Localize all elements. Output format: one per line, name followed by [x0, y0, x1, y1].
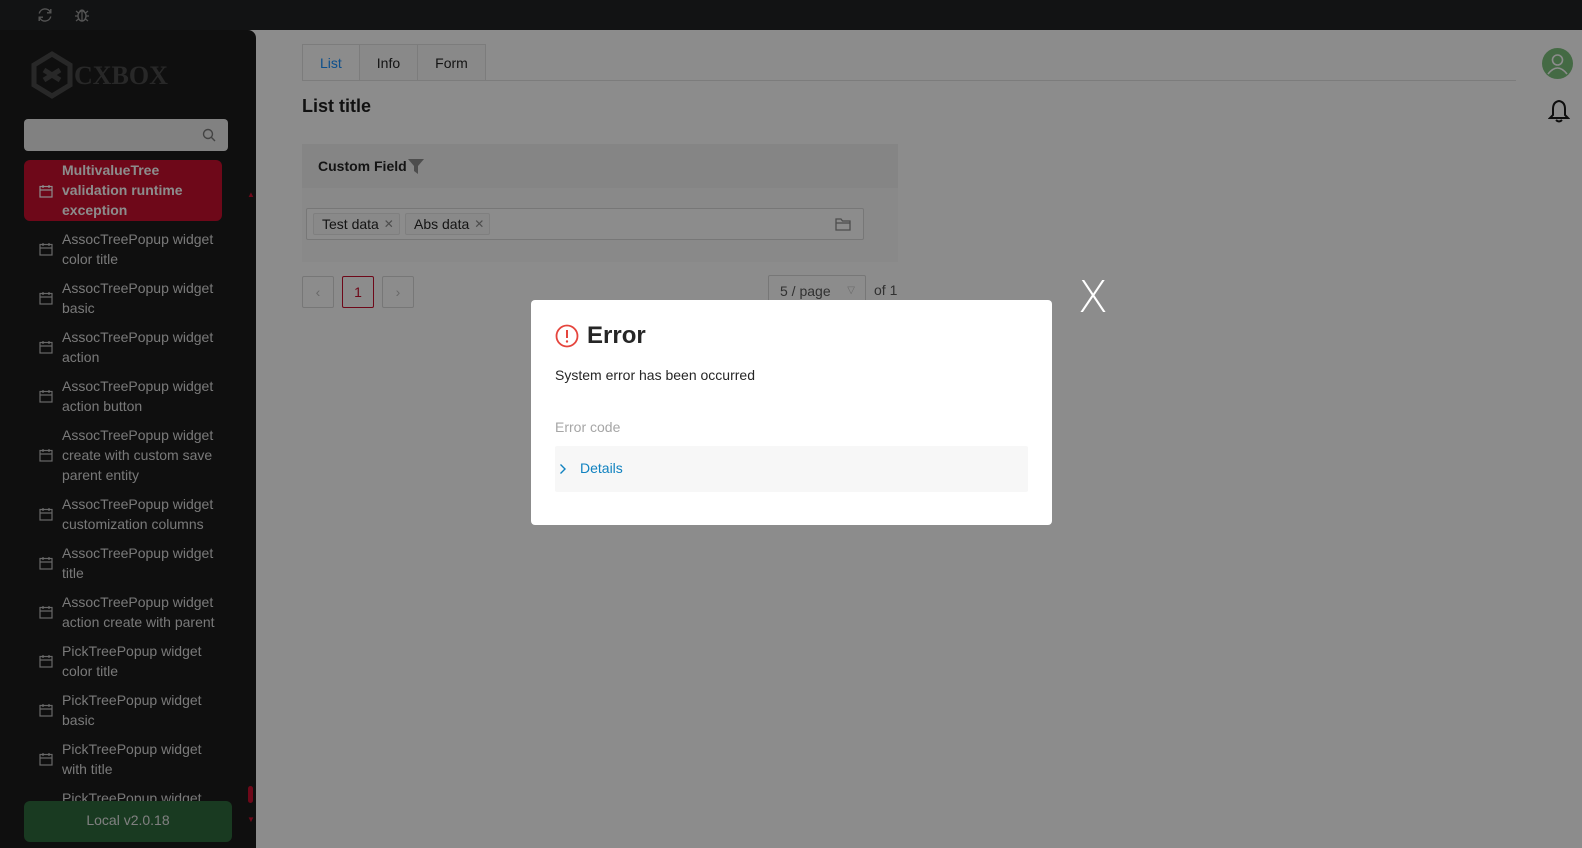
details-toggle[interactable]: Details — [580, 460, 623, 476]
modal-close-button[interactable]: X — [1075, 276, 1111, 320]
chevron-right-icon — [560, 464, 566, 474]
error-icon — [555, 324, 579, 348]
modal-title: Error — [587, 322, 646, 349]
error-code-label: Error code — [555, 419, 621, 435]
details-collapse[interactable]: Details — [555, 446, 1028, 492]
error-message: System error has been occurred — [555, 367, 755, 383]
error-modal: Error System error has been occurred Err… — [531, 300, 1052, 525]
